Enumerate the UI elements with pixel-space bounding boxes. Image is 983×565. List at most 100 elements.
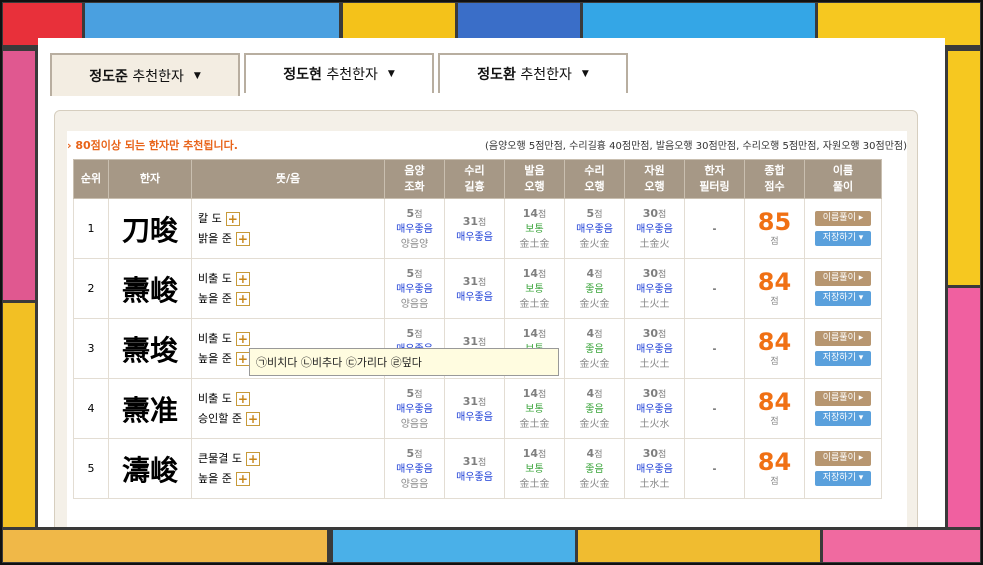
mid-score-elements: 양음음 bbox=[400, 479, 429, 490]
suri-score-cell: 31점매우좋음 bbox=[444, 378, 505, 439]
point-unit: 점 bbox=[658, 390, 667, 400]
filter-cell: - bbox=[684, 258, 745, 319]
tab-jeongdohwan[interactable]: 정도환 추천한자 ▼ bbox=[438, 53, 628, 93]
tab-jeongdohyeon[interactable]: 정도현 추천한자 ▼ bbox=[244, 53, 434, 93]
table-header: 순위 한자 뜻/음 음양 조화 수리 길흉 발음 오행 수리 오행 자원 오행 한자 필터링… bbox=[73, 159, 882, 199]
pron-score-cell: 14점보통 金土金 bbox=[504, 438, 565, 499]
name-interpret-button[interactable]: 이름풀이 ▸ bbox=[815, 271, 871, 286]
jawon-score-cell: 30점 매우좋음 土火土 bbox=[624, 258, 685, 319]
point-unit: 점 bbox=[594, 270, 603, 280]
pron-score: 14 bbox=[522, 267, 539, 280]
tab-jeongdojun[interactable]: 정도준 추천한자 ▼ bbox=[50, 53, 240, 96]
point-unit: 점 bbox=[538, 450, 547, 460]
jawon-score-elements: 土水土 bbox=[639, 479, 670, 490]
point-unit: 점 bbox=[594, 390, 603, 400]
name-interpret-button[interactable]: 이름풀이 ▸ bbox=[815, 391, 871, 406]
save-button[interactable]: 저장하기 ▾ bbox=[815, 231, 871, 246]
col-jawon: 자원 오행 bbox=[624, 159, 685, 199]
name-interpret-button[interactable]: 이름풀이 ▸ bbox=[815, 211, 871, 226]
plus-icon[interactable]: + bbox=[245, 451, 260, 466]
suri-score: 31 bbox=[462, 454, 479, 468]
pron-score: 14 bbox=[522, 207, 539, 220]
total-score: 84 bbox=[757, 388, 792, 416]
point-unit: 점 bbox=[594, 450, 603, 460]
meaning-first: 비출 도 bbox=[198, 391, 232, 405]
jawon-score-grade: 매우좋음 bbox=[636, 344, 673, 355]
action-cell: 이름풀이 ▸ 저장하기 ▾ bbox=[804, 318, 882, 379]
pron-score-grade: 보통 bbox=[525, 464, 544, 475]
col-total: 종합 점수 bbox=[744, 159, 805, 199]
meaning-cell: 비출 도 + 높을 준 + bbox=[191, 258, 385, 319]
point-unit: 점 bbox=[658, 330, 667, 340]
hanja-text: 刀晙 bbox=[121, 213, 178, 247]
pron-score: 14 bbox=[522, 447, 539, 460]
pron-score-elements: 金土金 bbox=[519, 479, 550, 490]
pron-score-elements: 金土金 bbox=[519, 239, 550, 250]
jawon-score-elements: 土金火 bbox=[639, 239, 670, 250]
rank-cell: 2 bbox=[73, 258, 109, 319]
save-button[interactable]: 저장하기 ▾ bbox=[815, 471, 871, 486]
caret-down-icon: ▼ bbox=[193, 70, 201, 81]
save-button[interactable]: 저장하기 ▾ bbox=[815, 351, 871, 366]
col-pronunciation: 발음 오행 bbox=[504, 159, 565, 199]
results-inner: › 80점이상 되는 한자만 추천됩니다. (음양오행 5점만점, 수리길흉 4… bbox=[67, 131, 907, 527]
col-filter: 한자 필터링 bbox=[684, 159, 745, 199]
point-unit: 점 bbox=[538, 210, 547, 220]
point-unit: 점 bbox=[658, 210, 667, 220]
suri-ohaeng-score-grade: 좋음 bbox=[585, 404, 604, 415]
pron-score-grade: 보통 bbox=[525, 224, 544, 235]
mid-score-grade: 매우좋음 bbox=[396, 464, 433, 475]
point-unit: 점 bbox=[658, 270, 667, 280]
jawon-score-grade: 매우좋음 bbox=[636, 464, 673, 475]
filter-cell: - bbox=[684, 198, 745, 259]
filter-cell: - bbox=[684, 438, 745, 499]
jawon-score: 30 bbox=[642, 387, 659, 400]
total-score: 84 bbox=[757, 268, 792, 296]
plus-icon[interactable]: + bbox=[245, 411, 260, 426]
plus-icon[interactable]: + bbox=[235, 471, 250, 486]
name-interpret-button[interactable]: 이름풀이 ▸ bbox=[815, 451, 871, 466]
jawon-score: 30 bbox=[642, 447, 659, 460]
name-interpret-button[interactable]: 이름풀이 ▸ bbox=[815, 331, 871, 346]
col-hanja: 한자 bbox=[108, 159, 192, 199]
tab-name: 정도환 bbox=[477, 67, 516, 83]
plus-icon[interactable]: + bbox=[235, 231, 250, 246]
save-button[interactable]: 저장하기 ▾ bbox=[815, 291, 871, 306]
filter-cell: - bbox=[684, 318, 745, 379]
hanja-cell: 燾埈 bbox=[108, 318, 192, 379]
col-suri: 수리 길흉 bbox=[444, 159, 505, 199]
point-unit: 점 bbox=[770, 297, 779, 307]
tab-suffix: 추천한자 bbox=[132, 68, 184, 85]
pron-score-grade: 보통 bbox=[525, 284, 544, 295]
jawon-score-grade: 매우좋음 bbox=[636, 284, 673, 295]
save-button[interactable]: 저장하기 ▾ bbox=[815, 411, 871, 426]
meaning-first: 칼 도 bbox=[198, 211, 222, 225]
plus-icon[interactable]: + bbox=[235, 271, 250, 286]
suri-ohaeng-score-grade: 매우좋음 bbox=[576, 224, 613, 235]
mid-score-grade: 매우좋음 bbox=[396, 284, 433, 295]
total-cell: 84 점 bbox=[744, 258, 805, 319]
suri-ohaeng-score-cell: 4점 좋음 金火金 bbox=[564, 318, 625, 379]
meaning-second: 승인할 준 bbox=[198, 411, 242, 425]
point-unit: 점 bbox=[770, 357, 779, 367]
mid-score-cell: 5점매우좋음양음음 bbox=[384, 378, 445, 439]
suri-ohaeng-score-grade: 좋음 bbox=[585, 464, 604, 475]
plus-icon[interactable]: + bbox=[235, 351, 250, 366]
table-row: 4 燾准 비출 도 + 승인할 준 +5점 매우좋음 양음음 31점 매우좋음 14점 보통 金土金 4점… bbox=[73, 378, 882, 439]
table-row: 2 燾峻 비출 도 + 높을 준 +5점 매우좋음 양음음 31점 매우좋음 14점 보통 金土金 4점 좋… bbox=[73, 258, 882, 319]
tab-name: 정도준 bbox=[89, 68, 128, 85]
plus-icon[interactable]: + bbox=[235, 391, 250, 406]
action-cell: 이름풀이 ▸ 저장하기 ▾ bbox=[804, 258, 882, 319]
rank-cell: 4 bbox=[73, 378, 109, 439]
pron-score-cell: 14점보통 金土金 bbox=[504, 378, 565, 439]
plus-icon[interactable]: + bbox=[235, 291, 250, 306]
recommend-table: 순위 한자 뜻/음 음양 조화 수리 길흉 발음 오행 수리 오행 자원 오행 한자 필터링… bbox=[73, 159, 882, 499]
hanja-text: 燾峻 bbox=[121, 273, 178, 307]
point-unit: 점 bbox=[478, 397, 487, 408]
plus-icon[interactable]: + bbox=[225, 211, 240, 226]
plus-icon[interactable]: + bbox=[235, 331, 250, 346]
score-note: › 80점이상 되는 한자만 추천됩니다. bbox=[67, 139, 238, 152]
hanja-cell: 燾准 bbox=[108, 378, 192, 439]
jawon-score-grade: 매우좋음 bbox=[636, 404, 673, 415]
suri-score: 31 bbox=[462, 334, 479, 348]
